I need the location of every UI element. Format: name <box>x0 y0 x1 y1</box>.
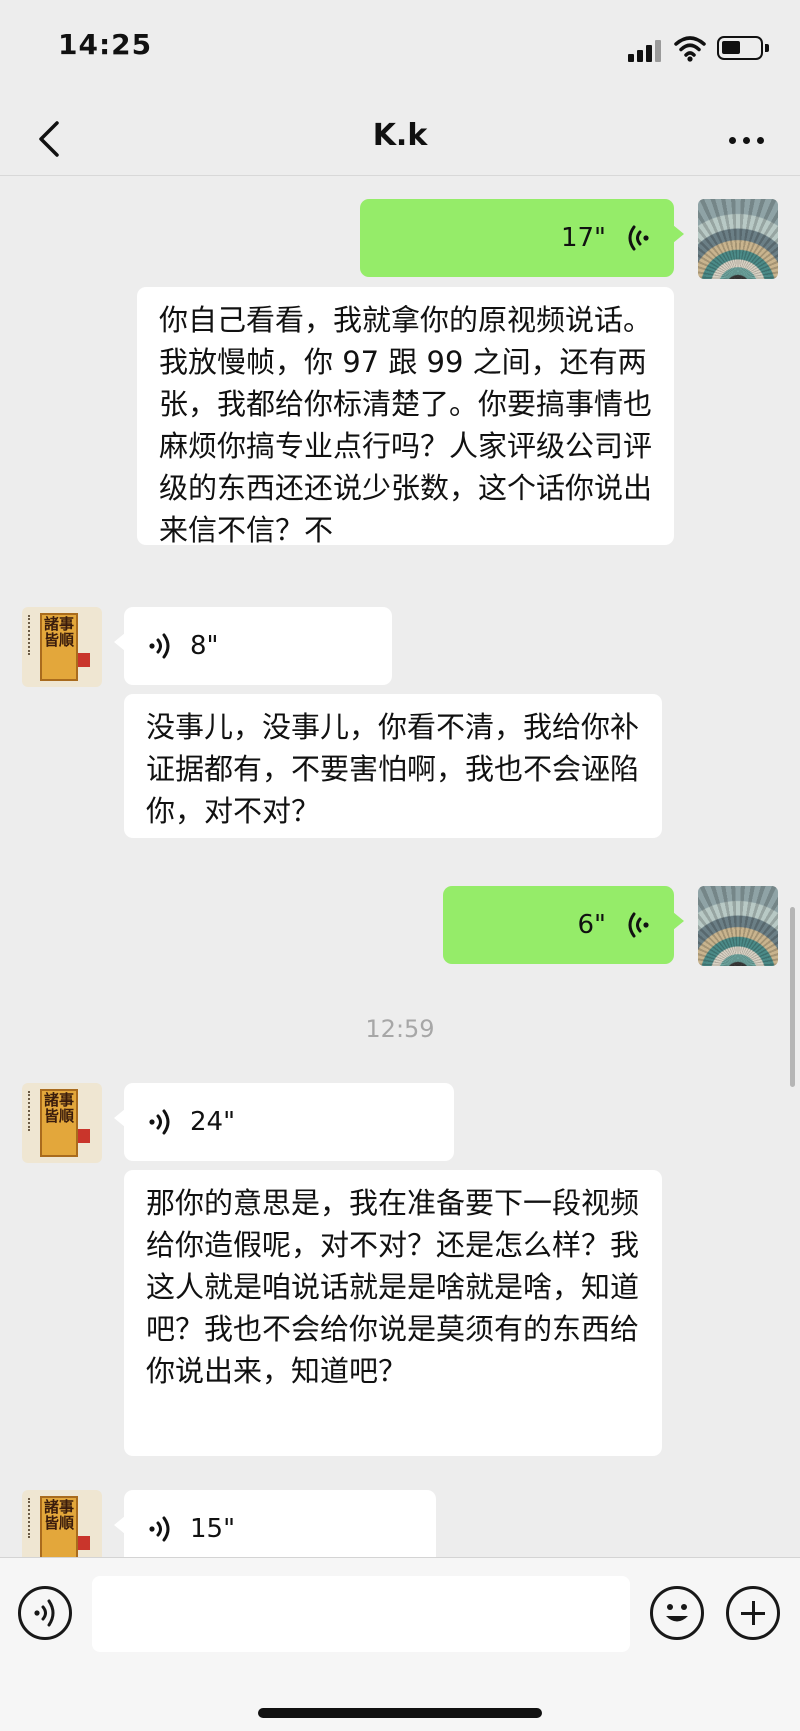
voice-duration: 8" <box>190 631 219 661</box>
chat-message-list[interactable]: 17" 你自己看看，我就拿你的原视频说话。我放慢帧，你 97 跟 99 之间，还… <box>0 177 800 1557</box>
transcript-text: 没事儿，没事儿，你看不清，我给你补证据都有，不要害怕啊，我也不会诬陷你，对不对？ <box>146 710 640 828</box>
voice-duration: 24" <box>190 1107 236 1137</box>
voice-wave-icon <box>628 225 649 251</box>
cellular-signal-icon <box>628 40 662 62</box>
voice-wave-icon <box>149 633 170 659</box>
contact-avatar[interactable]: 諸事皆順 <box>22 1490 102 1557</box>
voice-duration: 6" <box>577 910 606 940</box>
contact-avatar-text: 諸事皆順 <box>43 615 74 649</box>
emoji-icon <box>666 1604 688 1622</box>
message-timestamp: 12:59 <box>365 1015 435 1043</box>
voice-message-bubble[interactable]: 15" <box>114 1490 436 1557</box>
wifi-icon <box>674 36 706 62</box>
contact-avatar[interactable]: 諸事皆順 <box>22 607 102 687</box>
voice-duration: 15" <box>190 1514 236 1544</box>
my-avatar[interactable] <box>698 886 778 966</box>
voice-message-bubble[interactable]: 24" <box>114 1083 454 1161</box>
transcript-text: 那你的意思是，我在准备要下一段视频给你造假呢，对不对？还是怎么样？我这人就是咱说… <box>146 1186 640 1388</box>
emoji-button[interactable] <box>650 1586 704 1640</box>
voice-transcript-bubble[interactable]: 你自己看看，我就拿你的原视频说话。我放慢帧，你 97 跟 99 之间，还有两张，… <box>137 287 674 547</box>
voice-wave-icon <box>149 1109 170 1135</box>
status-time: 14:25 <box>58 28 153 61</box>
input-bar <box>0 1557 800 1731</box>
my-avatar[interactable] <box>698 199 778 279</box>
voice-transcript-bubble[interactable]: 没事儿，没事儿，你看不清，我给你补证据都有，不要害怕啊，我也不会诬陷你，对不对？ <box>124 694 662 838</box>
voice-duration: 17" <box>560 223 606 253</box>
battery-icon <box>717 36 769 60</box>
contact-avatar-text: 諸事皆順 <box>43 1498 74 1532</box>
home-indicator[interactable] <box>258 1708 542 1718</box>
voice-mode-button[interactable] <box>18 1586 72 1640</box>
message-input[interactable] <box>92 1576 630 1652</box>
transcript-text: 你自己看看，我就拿你的原视频说话。我放慢帧，你 97 跟 99 之间，还有两张，… <box>159 303 653 547</box>
chat-header: K.k <box>0 100 800 176</box>
contact-avatar[interactable]: 諸事皆順 <box>22 1083 102 1163</box>
voice-message-bubble[interactable]: 8" <box>114 607 392 685</box>
voice-mode-icon <box>34 1599 55 1627</box>
more-functions-button[interactable] <box>726 1586 780 1640</box>
scrollbar[interactable] <box>790 907 795 1087</box>
status-bar: 14:25 <box>0 0 800 100</box>
contact-avatar-text: 諸事皆順 <box>43 1091 74 1125</box>
voice-wave-icon <box>149 1516 170 1542</box>
chat-title: K.k <box>372 118 428 153</box>
voice-transcript-bubble[interactable]: 那你的意思是，我在准备要下一段视频给你造假呢，对不对？还是怎么样？我这人就是咱说… <box>124 1170 662 1456</box>
voice-wave-icon <box>628 912 649 938</box>
voice-message-bubble[interactable]: 6" <box>443 886 684 964</box>
more-options-button[interactable] <box>722 114 772 164</box>
voice-message-bubble[interactable]: 17" <box>360 199 684 277</box>
